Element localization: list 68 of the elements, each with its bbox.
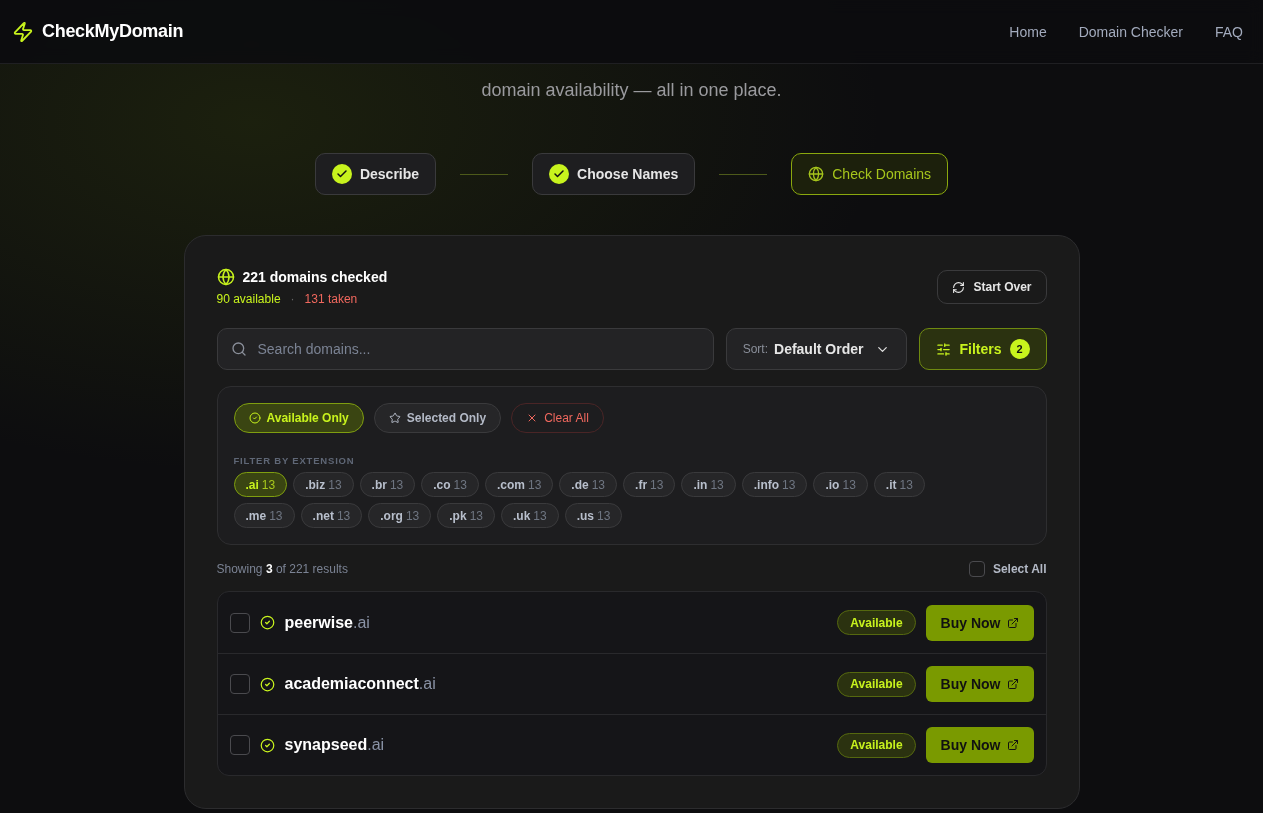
filters-button[interactable]: Filters 2 — [919, 328, 1047, 370]
check-circle-icon — [259, 615, 275, 630]
domain-name: academiaconnect.ai — [284, 675, 437, 693]
external-link-icon — [1006, 739, 1019, 751]
extension-chip[interactable]: .br 13 — [359, 472, 416, 497]
extension-chip[interactable]: .us 13 — [564, 503, 623, 528]
external-link-icon — [1006, 616, 1019, 629]
domain-name: peerwise.ai — [284, 613, 371, 632]
filter-chip[interactable]: Selected Only — [373, 403, 502, 433]
filter-chip[interactable]: Available Only — [233, 403, 364, 433]
checkbox[interactable] — [229, 612, 250, 633]
check-circle-icon — [259, 676, 275, 692]
check-circle-icon — [248, 412, 261, 424]
step-pill: Check Domains — [791, 153, 949, 195]
extension-chip[interactable]: .me 13 — [233, 503, 295, 528]
summary-title: 221 domains checked — [242, 269, 388, 285]
domain-name: synapseed.ai — [284, 736, 386, 754]
extension-chip[interactable]: .in 13 — [681, 472, 736, 497]
results-count: Showing 3 of 221 results — [216, 562, 348, 576]
sort-dropdown[interactable]: Sort: Default Order — [725, 328, 908, 370]
nav-link[interactable]: Domain Checker — [1078, 23, 1183, 40]
nav-link[interactable]: Home — [1009, 23, 1047, 40]
globe-icon — [216, 268, 235, 286]
checkbox[interactable] — [229, 735, 250, 755]
extension-chip[interactable]: .uk 13 — [501, 503, 559, 528]
extension-chip[interactable]: .io 13 — [813, 472, 868, 497]
search-field[interactable]: Search domains... — [216, 328, 714, 370]
extension-chip[interactable]: .co 13 — [421, 472, 479, 497]
status-badge: Available — [837, 732, 916, 758]
star-icon — [388, 412, 401, 424]
brand-name: CheckMyDomain — [42, 21, 184, 42]
extension-chip[interactable]: .ai 13 — [233, 472, 288, 497]
check-circle-icon — [259, 737, 275, 753]
buy-now-button[interactable]: Buy Now — [925, 604, 1034, 641]
lightning-icon — [12, 20, 34, 43]
refresh-icon — [952, 280, 966, 294]
extension-chip[interactable]: .de 13 — [559, 472, 618, 497]
status-badge: Available — [837, 610, 916, 635]
sliders-icon — [936, 341, 952, 357]
extension-chip[interactable]: .it 13 — [873, 472, 925, 497]
select-all-label: Select All — [992, 562, 1047, 576]
step-pill: Choose Names — [532, 153, 696, 195]
buy-now-button[interactable]: Buy Now — [925, 666, 1034, 702]
checkbox[interactable] — [229, 674, 250, 694]
external-link-icon — [1006, 678, 1019, 690]
status-badge: Available — [837, 671, 916, 697]
available-count: 90 available — [216, 292, 281, 306]
extension-chip[interactable]: .biz 13 — [293, 472, 354, 497]
buy-now-button[interactable]: Buy Now — [925, 727, 1034, 763]
subtitle: domain availability — all in one place. — [481, 79, 782, 102]
taken-count: 131 taken — [304, 292, 358, 306]
count-badge: 2 — [1009, 339, 1030, 359]
section-heading: FILTER BY EXTENSION — [233, 455, 356, 466]
extension-chip[interactable]: .com 13 — [484, 472, 554, 497]
start-over-button[interactable]: Start Over — [937, 270, 1047, 304]
checkbox[interactable] — [968, 561, 985, 577]
extension-chip[interactable]: .fr 13 — [623, 472, 676, 497]
globe-icon — [808, 166, 825, 182]
step-pill: Describe — [314, 153, 437, 195]
extension-chip[interactable]: .info 13 — [741, 472, 808, 497]
search-icon — [230, 341, 247, 357]
check-icon — [549, 164, 570, 184]
extension-chip[interactable]: .org 13 — [368, 503, 432, 528]
check-icon — [331, 164, 352, 184]
nav-link[interactable]: FAQ — [1215, 23, 1243, 40]
separator-dot: · — [290, 292, 295, 306]
extension-chip[interactable]: .pk 13 — [437, 503, 495, 528]
extension-chip[interactable]: .net 13 — [300, 503, 363, 528]
